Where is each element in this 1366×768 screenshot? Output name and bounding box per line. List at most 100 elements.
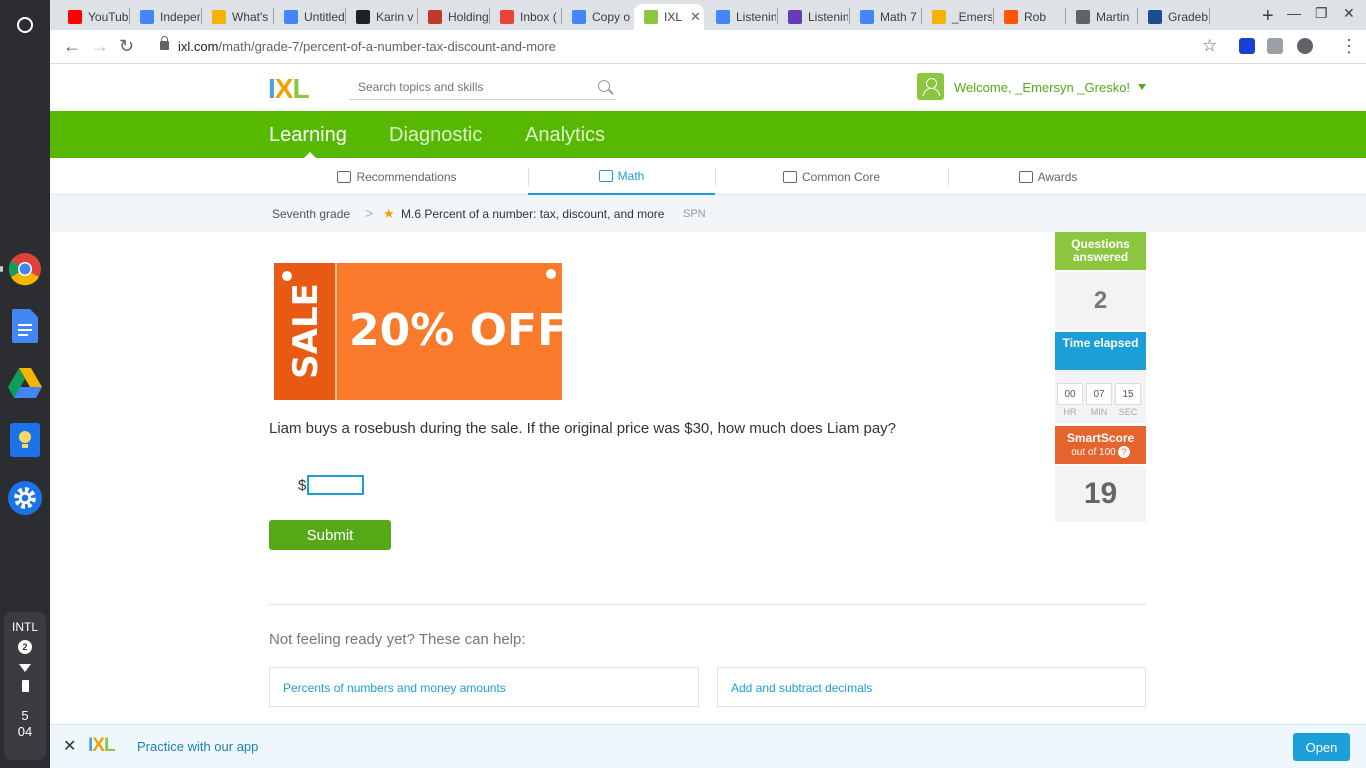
main-nav: Learning Diagnostic Analytics — [50, 111, 1366, 158]
drive-app-icon[interactable] — [8, 366, 42, 400]
browser-tab[interactable]: Math 7 — [850, 4, 920, 30]
browser-tab[interactable]: Listenin — [706, 4, 776, 30]
tab-common-core[interactable]: Common Core — [715, 158, 948, 195]
minimize-icon[interactable]: — — [1287, 5, 1301, 21]
browser-tab[interactable]: Copy o — [562, 4, 632, 30]
question-text: Liam buys a rosebush during the sale. If… — [269, 420, 897, 437]
chrome-app-icon[interactable] — [8, 252, 42, 286]
tab-favicon-icon — [716, 10, 730, 24]
breadcrumb: Seventh grade > ★ M.6 Percent of a numbe… — [50, 195, 1366, 232]
tab-title: Listenin — [736, 10, 776, 24]
nav-diagnostic[interactable]: Diagnostic — [389, 124, 482, 147]
tab-favicon-icon — [428, 10, 442, 24]
tab-favicon-icon — [212, 10, 226, 24]
close-window-icon[interactable]: ✕ — [1343, 5, 1355, 22]
help-link-decimals[interactable]: Add and subtract decimals — [717, 667, 1146, 707]
help-icon[interactable]: ? — [1117, 446, 1130, 458]
status-tray[interactable]: INTL 2 5 04 — [4, 612, 46, 760]
back-icon[interactable]: ← — [63, 36, 81, 57]
browser-tab-active[interactable]: IXL ✕ — [634, 4, 704, 30]
tab-favicon-icon — [1076, 10, 1090, 24]
docs-app-icon[interactable] — [8, 309, 42, 343]
bookmark-star-icon[interactable]: ☆ — [1202, 36, 1217, 56]
time-elapsed-label: Time elapsed — [1055, 332, 1146, 370]
search-icon[interactable] — [598, 80, 610, 92]
breadcrumb-separator: > — [365, 205, 374, 221]
settings-app-icon[interactable] — [8, 481, 42, 515]
smartscore-sub-text: out of 100 — [1071, 447, 1116, 458]
tab-title: What's — [232, 10, 269, 24]
tab-title: YouTub — [88, 10, 128, 24]
browser-tab[interactable]: What's — [202, 4, 272, 30]
browser-tab[interactable]: Gradeb — [1138, 4, 1208, 30]
tab-recommendations[interactable]: Recommendations — [332, 158, 462, 195]
submit-button[interactable]: Submit — [269, 520, 391, 550]
browser-tab[interactable]: Holding — [418, 4, 488, 30]
tab-title: Indepen — [160, 10, 200, 24]
browser-tab[interactable]: Untitled — [274, 4, 344, 30]
skill-code: SPN — [683, 208, 706, 220]
common-core-icon — [782, 170, 797, 183]
nav-learning[interactable]: Learning — [269, 124, 347, 147]
tab-label: Awards — [1037, 169, 1078, 184]
running-indicator — [0, 266, 3, 272]
ixl-logo-letter: L — [103, 735, 116, 756]
tab-title: Math 7 — [880, 10, 917, 24]
launcher-button[interactable] — [9, 9, 41, 41]
close-icon[interactable]: ✕ — [63, 736, 76, 756]
time-unit-label: SEC — [1118, 407, 1138, 417]
chevron-down-icon[interactable] — [1138, 84, 1146, 90]
keep-app-icon[interactable] — [8, 423, 42, 457]
tab-favicon-icon — [860, 10, 874, 24]
avatar[interactable] — [917, 73, 944, 100]
browser-tab[interactable]: Martin — [1066, 4, 1136, 30]
reload-icon[interactable]: ↻ — [119, 36, 134, 57]
ime-indicator: INTL — [11, 620, 38, 634]
time-seconds: 15 — [1115, 383, 1141, 405]
browser-tab[interactable]: YouTub — [58, 4, 128, 30]
search-input[interactable] — [350, 76, 580, 98]
tab-title: Karin v — [376, 10, 414, 24]
answer-input[interactable] — [307, 475, 364, 495]
browser-tab[interactable]: Karin v — [346, 4, 416, 30]
tab-separator — [1209, 8, 1210, 24]
browser-tab[interactable]: Listenin — [778, 4, 848, 30]
lock-icon[interactable] — [160, 36, 169, 50]
breadcrumb-skill: M.6 Percent of a number: tax, discount, … — [401, 207, 665, 221]
browser-tab[interactable]: Inbox ( — [490, 4, 560, 30]
maximize-icon[interactable]: ❐ — [1315, 5, 1328, 22]
browser-tab[interactable]: _Emers — [922, 4, 992, 30]
time-minutes: 07 — [1086, 383, 1112, 405]
extension-icon[interactable] — [1239, 38, 1255, 54]
extension-icon[interactable] — [1267, 38, 1283, 54]
browser-tab[interactable]: Rob — [994, 4, 1064, 30]
extension-icon[interactable] — [1297, 38, 1313, 54]
new-tab-button[interactable]: + — [1262, 5, 1274, 28]
open-app-button[interactable]: Open — [1293, 733, 1350, 761]
ixl-logo-letter: X — [92, 735, 105, 756]
divider — [269, 604, 1146, 605]
menu-kebab-icon[interactable]: ⋮ — [1340, 36, 1358, 57]
tab-math[interactable]: Math — [528, 158, 715, 195]
ixl-logo[interactable]: IXL — [268, 73, 310, 105]
tab-awards[interactable]: Awards — [948, 158, 1148, 195]
welcome-user-menu[interactable]: Welcome, _Emersyn _Gresko! — [954, 80, 1130, 95]
browser-tab[interactable]: Indepen — [130, 4, 200, 30]
clock-minute: 04 — [17, 724, 33, 739]
tab-title: Gradeb — [1168, 10, 1208, 24]
smartscore-label: SmartScore — [1066, 431, 1135, 445]
tab-favicon-icon — [68, 10, 82, 24]
nav-analytics[interactable]: Analytics — [525, 124, 605, 147]
address-bar[interactable]: ixl.com/math/grade-7/percent-of-a-number… — [178, 39, 556, 54]
help-link-percents[interactable]: Percents of numbers and money amounts — [269, 667, 699, 707]
tab-title: Untitled — [304, 10, 344, 24]
breadcrumb-grade[interactable]: Seventh grade — [272, 207, 350, 221]
questions-answered-label: Questions answered — [1055, 232, 1146, 270]
close-tab-icon[interactable]: ✕ — [690, 9, 701, 25]
app-promo-text: Practice with our app — [137, 739, 259, 754]
forward-icon[interactable]: → — [91, 36, 109, 57]
url-domain: ixl.com — [178, 39, 219, 54]
tab-title: Holding — [448, 10, 488, 24]
tab-label: Math — [617, 168, 645, 183]
star-icon[interactable]: ★ — [383, 206, 395, 222]
